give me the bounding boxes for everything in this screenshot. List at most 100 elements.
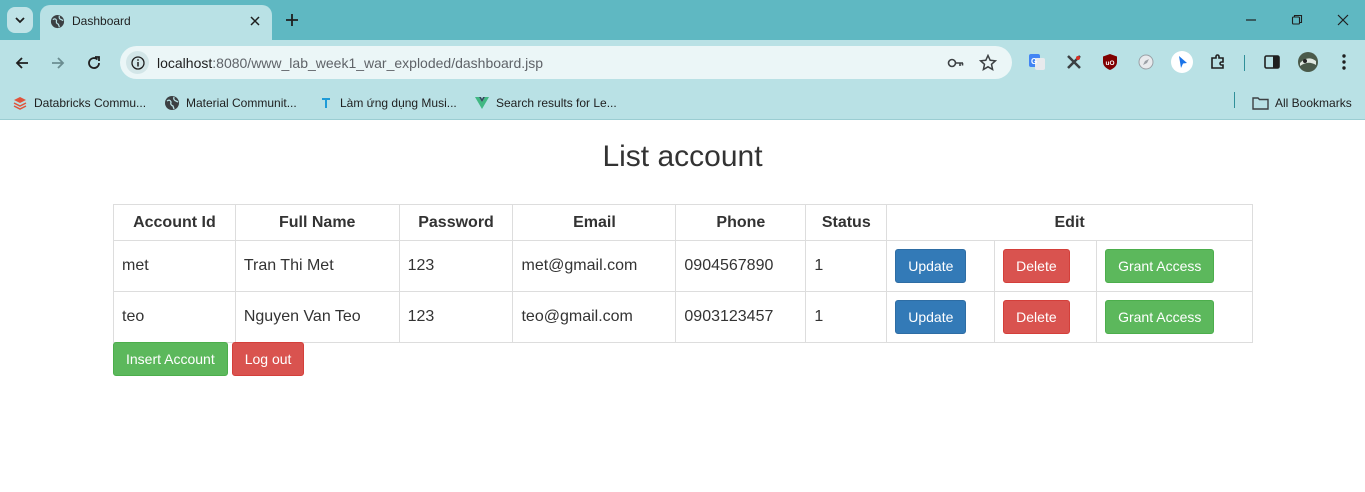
browser-menu-button[interactable] (1333, 51, 1355, 73)
cell-email: met@gmail.com (512, 240, 677, 292)
cell-delete: Delete (994, 240, 1098, 292)
logout-button[interactable]: Log out (231, 342, 305, 376)
cell-password: 123 (398, 240, 514, 292)
cell-phone: 0904567890 (675, 240, 807, 292)
google-translate-extension[interactable]: G (1026, 51, 1048, 73)
table-header-row: Account Id Full Name Password Email Phon… (113, 204, 1253, 241)
restore-button[interactable] (1287, 10, 1307, 30)
delete-button[interactable]: Delete (1003, 249, 1070, 283)
bookmark-star-button[interactable] (978, 53, 998, 73)
vue-icon (475, 97, 489, 109)
tab-title: Dashboard (72, 14, 131, 28)
cursor-icon (1171, 51, 1193, 73)
arrow-left-icon (15, 57, 28, 69)
profile-button[interactable] (1297, 51, 1319, 73)
bookmark-search-results[interactable]: Search results for Le... (474, 93, 617, 113)
reload-button[interactable] (82, 51, 106, 75)
header-password: Password (398, 204, 514, 241)
ublock-extension[interactable]: uO (1099, 51, 1121, 73)
cell-grant: Grant Access (1096, 240, 1253, 292)
back-button[interactable] (10, 51, 34, 75)
cell-status: 1 (805, 291, 888, 343)
compass-icon (1138, 54, 1154, 70)
arrow-right-icon (52, 57, 65, 69)
minimize-button[interactable] (1241, 10, 1261, 30)
grant-access-button[interactable]: Grant Access (1105, 249, 1215, 283)
address-bar[interactable]: localhost:8080/www_lab_week1_war_explode… (120, 46, 1012, 79)
folder-icon (1252, 97, 1269, 110)
bookmark-label: Search results for Le... (496, 96, 617, 110)
puzzle-icon (1211, 54, 1224, 69)
tab-strip: Dashboard (0, 0, 1365, 40)
cell-grant: Grant Access (1096, 291, 1253, 343)
active-tab[interactable]: Dashboard (40, 5, 272, 40)
tab-search-button[interactable] (7, 7, 33, 33)
cell-account-id: teo (113, 291, 236, 343)
compass-extension[interactable] (1135, 51, 1157, 73)
bookmark-flutter[interactable]: Làm ứng dụng Musi... (318, 93, 457, 113)
header-status: Status (805, 204, 888, 241)
chevron-down-icon (15, 17, 25, 24)
header-email: Email (512, 204, 677, 241)
update-button[interactable]: Update (895, 249, 967, 283)
all-bookmarks-button[interactable]: All Bookmarks (1252, 93, 1352, 113)
cell-phone: 0903123457 (675, 291, 807, 343)
delete-button[interactable]: Delete (1003, 300, 1070, 334)
cell-password: 123 (398, 291, 514, 343)
password-key-button[interactable] (946, 53, 966, 73)
all-bookmarks-label: All Bookmarks (1275, 96, 1352, 110)
table-row: met Tran Thi Met 123 met@gmail.com 09045… (113, 240, 1253, 292)
translate-icon: G (1029, 54, 1045, 70)
globe-icon (165, 96, 179, 110)
key-icon (947, 58, 964, 68)
accounts-table: Account Id Full Name Password Email Phon… (113, 204, 1253, 343)
site-info-button[interactable] (126, 51, 149, 74)
page-title: List account (602, 140, 763, 173)
reload-icon (88, 56, 100, 69)
header-phone: Phone (675, 204, 807, 241)
grant-access-button[interactable]: Grant Access (1105, 300, 1215, 334)
close-tab-button[interactable] (246, 12, 264, 30)
bookmarks-bar: Databricks Commu... Material Communit...… (0, 86, 1365, 120)
close-icon (250, 16, 260, 26)
url-host: localhost (157, 55, 213, 71)
bookmark-label: Material Communit... (186, 96, 297, 110)
cell-account-id: met (113, 240, 236, 292)
ublock-icon: uO (1103, 54, 1117, 70)
cursor-extension[interactable] (1171, 51, 1193, 73)
header-account-id: Account Id (113, 204, 236, 241)
bookmark-databricks[interactable]: Databricks Commu... (12, 93, 146, 113)
header-edit: Edit (886, 204, 1253, 241)
cell-full-name: Nguyen Van Teo (234, 291, 400, 343)
more-vertical-icon (1342, 54, 1346, 70)
header-full-name: Full Name (234, 204, 400, 241)
tools-extension[interactable] (1063, 51, 1085, 73)
extensions-button[interactable] (1207, 51, 1229, 73)
bookmark-material[interactable]: Material Communit... (164, 93, 297, 113)
cell-full-name: Tran Thi Met (234, 240, 400, 292)
flutter-icon (322, 98, 330, 108)
plus-icon (286, 14, 298, 26)
close-icon (1337, 14, 1349, 26)
table-row: teo Nguyen Van Teo 123 teo@gmail.com 090… (113, 291, 1253, 343)
avatar (1298, 52, 1318, 72)
update-button[interactable]: Update (895, 300, 967, 334)
bookmark-label: Làm ứng dụng Musi... (340, 96, 457, 110)
side-panel-button[interactable] (1261, 51, 1283, 73)
forward-button[interactable] (46, 51, 70, 75)
close-window-button[interactable] (1333, 10, 1353, 30)
bookmarks-divider (1234, 92, 1235, 108)
browser-toolbar: localhost:8080/www_lab_week1_war_explode… (0, 40, 1365, 86)
svg-text:G: G (1031, 57, 1037, 66)
url-path: :8080/www_lab_week1_war_exploded/dashboa… (212, 55, 544, 71)
insert-account-button[interactable]: Insert Account (113, 342, 228, 376)
new-tab-button[interactable] (282, 10, 302, 30)
cell-status: 1 (805, 240, 888, 292)
tools-icon (1067, 55, 1081, 69)
svg-text:uO: uO (1106, 60, 1115, 67)
cell-update: Update (886, 291, 996, 343)
cell-update: Update (886, 240, 996, 292)
info-icon (130, 55, 145, 70)
url-text: localhost:8080/www_lab_week1_war_explode… (157, 55, 543, 71)
bookmark-label: Databricks Commu... (34, 96, 147, 110)
